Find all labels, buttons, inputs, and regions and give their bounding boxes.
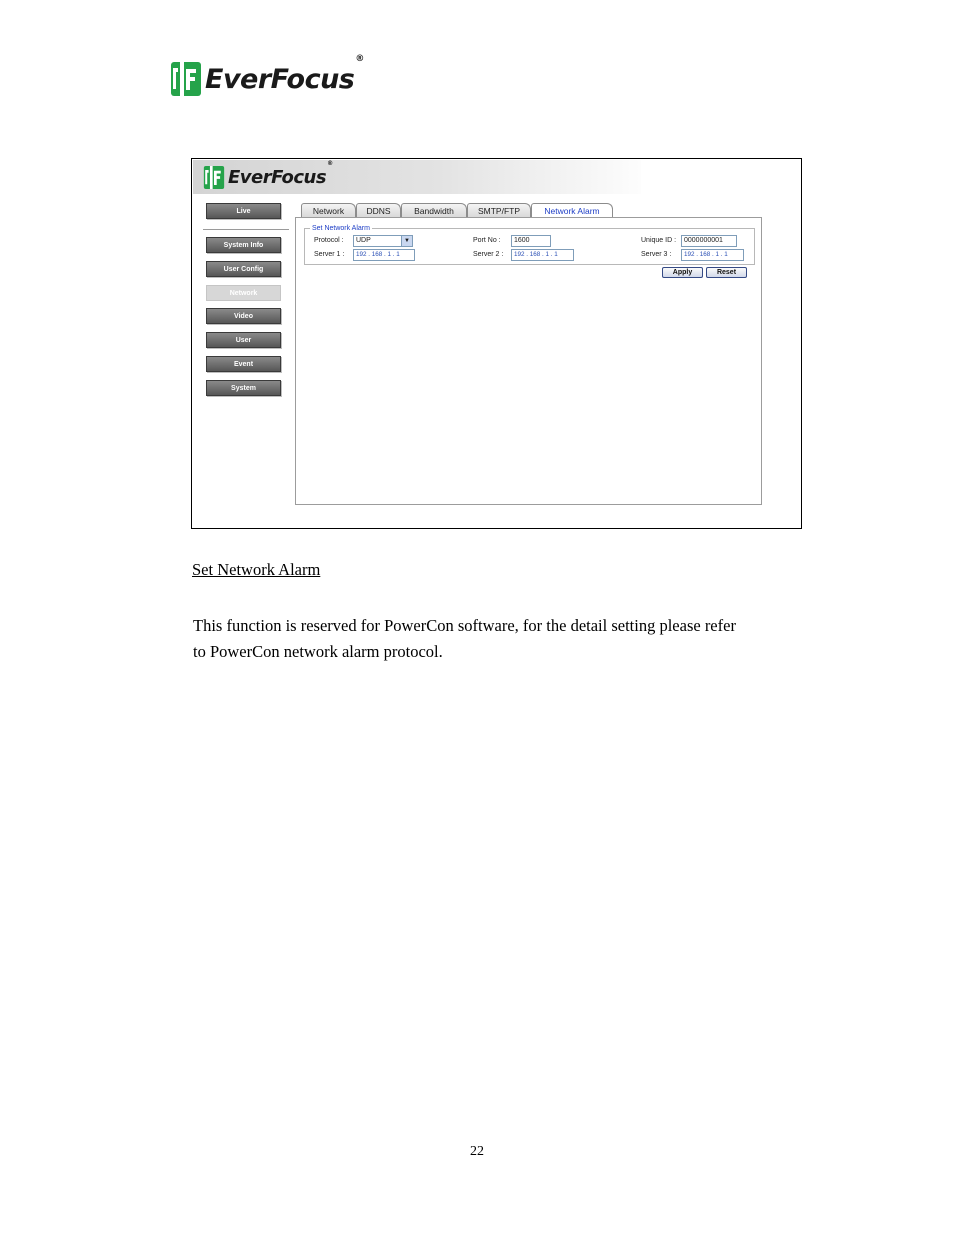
settings-panel: Set Network Alarm Protocol : UDP ▼ Serve… (295, 217, 762, 505)
port-label: Port No : (473, 237, 501, 244)
tab-bandwidth[interactable]: Bandwidth (401, 203, 467, 217)
ui-logo: EverFocus® (203, 160, 333, 189)
tab-ddns[interactable]: DDNS (356, 203, 401, 217)
everfocus-logo-icon (171, 62, 201, 96)
apply-button[interactable]: Apply (662, 267, 703, 278)
sidebar-divider (203, 229, 289, 230)
tab-smtp-ftp[interactable]: SMTP/FTP (467, 203, 531, 217)
server3-label: Server 3 : (641, 251, 672, 258)
ui-logo-icon (203, 166, 225, 189)
ui-header-banner: EverFocus® (193, 160, 641, 194)
group-title: Set Network Alarm (310, 224, 372, 234)
unique-id-field[interactable]: 0000000001 (681, 235, 737, 247)
protocol-label: Protocol : (314, 237, 344, 244)
paragraph-line-2: to PowerCon network alarm protocol. (193, 642, 443, 661)
port-field[interactable]: 1600 (511, 235, 551, 247)
sidebar-item-user-config[interactable]: User Config (206, 261, 281, 277)
server3-ip-field[interactable]: 192 . 168 . 1 . 1 (681, 249, 744, 261)
everfocus-logo: EverFocus® (171, 53, 364, 97)
reset-button[interactable]: Reset (706, 267, 747, 278)
tab-network-alarm[interactable]: Network Alarm (531, 203, 613, 217)
page-number: 22 (470, 1144, 484, 1159)
sidebar-item-system-info[interactable]: System Info (206, 237, 281, 253)
description-paragraph: This function is reserved for PowerCon s… (193, 613, 793, 665)
logo-brand-text: EverFocus® (205, 53, 364, 95)
chevron-down-icon[interactable]: ▼ (401, 236, 412, 246)
unique-id-label: Unique ID : (641, 237, 677, 244)
web-ui-screenshot: EverFocus® Live System Info User Config … (191, 158, 802, 529)
sidebar-item-user[interactable]: User (206, 332, 281, 348)
server2-label: Server 2 : (473, 251, 504, 258)
server2-ip-field[interactable]: 192 . 168 . 1 . 1 (511, 249, 574, 261)
sidebar-live-button[interactable]: Live (206, 203, 281, 219)
set-network-alarm-group: Set Network Alarm Protocol : UDP ▼ Serve… (304, 224, 755, 265)
protocol-value: UDP (356, 237, 371, 244)
tab-network[interactable]: Network (301, 203, 356, 217)
section-title: Set Network Alarm (192, 560, 321, 579)
sidebar-item-video[interactable]: Video (206, 308, 281, 324)
server1-ip-field[interactable]: 192 . 168 . 1 . 1 (353, 249, 415, 261)
ui-logo-text: EverFocus® (228, 160, 333, 188)
paragraph-line-1: This function is reserved for PowerCon s… (193, 616, 736, 635)
sidebar-item-network[interactable]: Network (206, 285, 281, 301)
protocol-select[interactable]: UDP ▼ (353, 235, 413, 247)
server1-label: Server 1 : (314, 251, 345, 258)
sidebar-item-event[interactable]: Event (206, 356, 281, 372)
sidebar-item-system[interactable]: System (206, 380, 281, 396)
